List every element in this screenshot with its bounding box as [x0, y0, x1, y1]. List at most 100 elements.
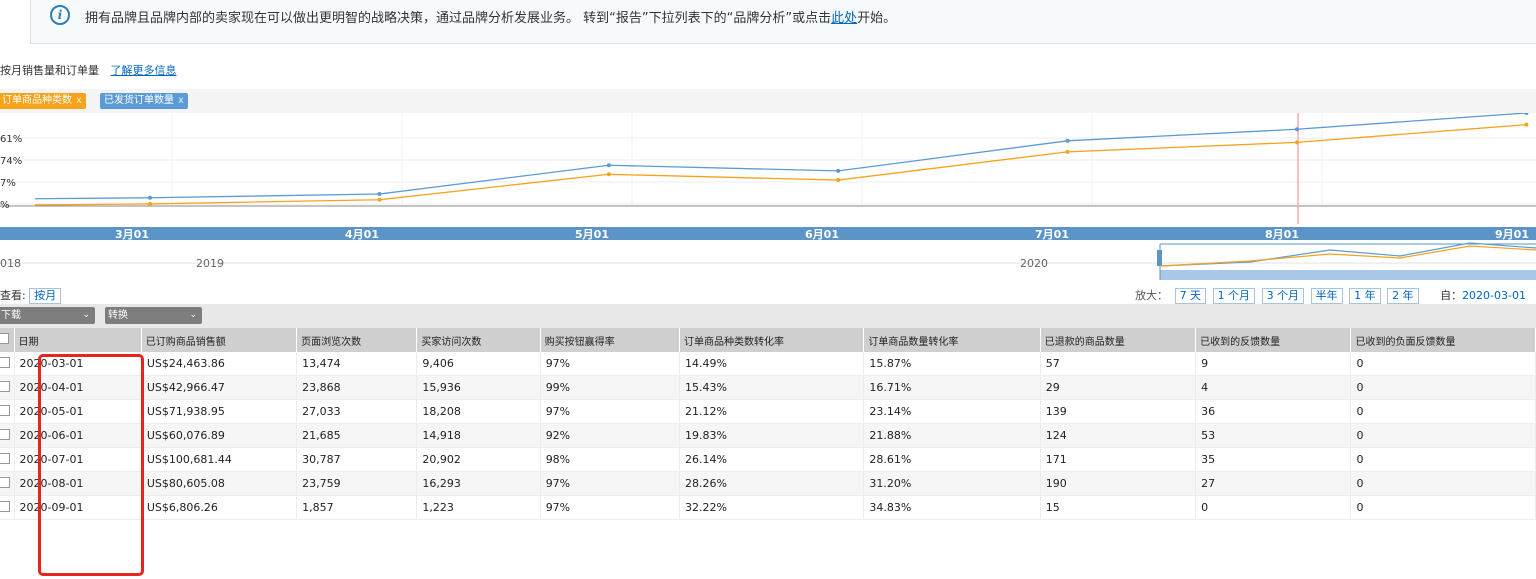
- row-select-cell[interactable]: [0, 423, 15, 448]
- click-here-link[interactable]: 此处: [831, 11, 857, 26]
- date-from-value[interactable]: 2020-03-01: [1462, 289, 1526, 302]
- table-cell: 21.88%: [863, 423, 1041, 448]
- close-icon[interactable]: x: [178, 95, 184, 106]
- table-cell: 27,033: [296, 399, 418, 424]
- chip-item-variety[interactable]: 订单商品种类数 x: [0, 93, 86, 109]
- table-cell: 99%: [540, 375, 681, 400]
- column-header[interactable]: 已订购商品销售额: [141, 328, 298, 352]
- checkbox[interactable]: [0, 333, 9, 344]
- column-header[interactable]: 已收到的负面反馈数量: [1350, 328, 1536, 352]
- column-header[interactable]: 日期: [14, 328, 142, 352]
- zoom-6m-button[interactable]: 半年: [1310, 288, 1343, 304]
- row-select-cell[interactable]: [0, 447, 15, 472]
- table-cell: US$42,966.47: [141, 375, 298, 400]
- table-cell: 27: [1195, 471, 1352, 496]
- checkbox[interactable]: [0, 428, 10, 440]
- data-point: [606, 172, 611, 177]
- table-header-row: 日期 已订购商品销售额 页面浏览次数 买家访问次数 购买按钮赢得率 订单商品种类…: [0, 328, 1536, 352]
- zoom-7d-button[interactable]: 7 天: [1174, 288, 1207, 304]
- view-label: 查看:: [0, 289, 26, 302]
- table-row[interactable]: 2020-07-01 US$100,681.44 30,787 20,902 98% 26…: [0, 447, 1536, 472]
- x-tick-label: 8月01: [1265, 228, 1299, 240]
- chart-title: 按月销售量和订单量: [0, 64, 99, 77]
- date-from[interactable]: 自：2020-03-01: [1440, 289, 1526, 302]
- zoom-label: 放大：: [1135, 289, 1169, 302]
- table-cell: 35: [1195, 447, 1352, 472]
- data-point: [1524, 122, 1529, 127]
- table-cell: 190: [1040, 471, 1197, 496]
- learn-more-link[interactable]: 了解更多信息: [111, 64, 177, 77]
- table-cell: 16.71%: [863, 375, 1041, 400]
- table-cell: 23.14%: [863, 399, 1041, 424]
- table-body: 2020-03-01 US$24,463.86 13,474 9,406 97% 14.4…: [0, 352, 1536, 520]
- series-line: [34, 124, 1527, 206]
- chevron-down-icon: ⌄: [189, 310, 197, 320]
- chart-navigator[interactable]: 018 2019 2020: [0, 240, 1536, 286]
- download-dropdown[interactable]: 下载 ⌄: [0, 307, 95, 324]
- zoom-2y-button[interactable]: 2 年: [1387, 288, 1419, 304]
- chart-header: 按月销售量和订单量 了解更多信息: [0, 62, 177, 78]
- row-select-cell[interactable]: [0, 495, 15, 520]
- table-cell: 124: [1040, 423, 1197, 448]
- data-point: [1065, 149, 1070, 154]
- table-cell: 97%: [540, 471, 681, 496]
- x-tick-label: 5月01: [575, 228, 609, 240]
- table-row[interactable]: 2020-03-01 US$24,463.86 13,474 9,406 97% 14.4…: [0, 352, 1536, 376]
- navigator-label: 2020: [1020, 257, 1048, 270]
- table-row[interactable]: 2020-06-01 US$60,076.89 21,685 14,918 92% 19.…: [0, 423, 1536, 448]
- table-cell: 13,474: [296, 352, 418, 376]
- x-axis-band: [0, 227, 1536, 240]
- table-cell: 15.43%: [679, 375, 865, 400]
- navigator-label: 018: [0, 257, 21, 270]
- chevron-down-icon: ⌄: [82, 310, 90, 320]
- row-select-cell[interactable]: [0, 352, 15, 376]
- zoom-3m-button[interactable]: 3 个月: [1261, 288, 1305, 304]
- table-cell: 0: [1350, 495, 1536, 520]
- table-cell: US$100,681.44: [141, 447, 298, 472]
- x-tick-label: 4月01: [345, 228, 379, 240]
- checkbox[interactable]: [0, 476, 10, 488]
- x-tick-label: 3月01: [115, 228, 149, 240]
- chip-orders-shipped[interactable]: 已发货订单数量 x: [100, 93, 188, 109]
- y-tick-label: 74%: [0, 156, 22, 167]
- x-tick-label: 7月01: [1035, 228, 1069, 240]
- table-row[interactable]: 2020-04-01 US$42,966.47 23,868 15,936 99% 15.…: [0, 375, 1536, 400]
- row-select-cell[interactable]: [0, 471, 15, 496]
- table-row[interactable]: 2020-05-01 US$71,938.95 27,033 18,208 97% 21.…: [0, 399, 1536, 424]
- checkbox[interactable]: [0, 380, 10, 392]
- column-header[interactable]: 已退款的商品数量: [1040, 328, 1197, 352]
- column-header[interactable]: 已收到的反馈数量: [1195, 328, 1352, 352]
- line-chart[interactable]: 61% 74% 7%% 3月01 4月01 5月01 6月01 7月01 8月01 9月01: [0, 113, 1536, 240]
- by-month-button[interactable]: 按月: [29, 288, 62, 304]
- select-all-cell[interactable]: [0, 328, 15, 352]
- close-icon[interactable]: x: [76, 95, 82, 106]
- convert-dropdown[interactable]: 转换 ⌄: [105, 307, 202, 324]
- column-header[interactable]: 订单商品种类数转化率: [679, 328, 865, 352]
- table-cell: 92%: [540, 423, 681, 448]
- zoom-1m-button[interactable]: 1 个月: [1212, 288, 1256, 304]
- info-text: 拥有品牌且品牌内部的卖家现在可以做出更明智的战略决策，通过品牌分析发展业务。 转…: [85, 7, 896, 26]
- table-row[interactable]: 2020-08-01 US$80,605.08 23,759 16,293 97% 28.…: [0, 471, 1536, 496]
- table-cell: 0: [1350, 471, 1536, 496]
- checkbox[interactable]: [0, 452, 10, 464]
- checkbox[interactable]: [0, 404, 10, 416]
- table-cell: 1,857: [296, 495, 418, 520]
- table-cell: 9,406: [416, 352, 541, 376]
- column-header[interactable]: 买家访问次数: [416, 328, 541, 352]
- table-cell: 32.22%: [679, 495, 865, 520]
- table-cell: US$71,938.95: [141, 399, 298, 424]
- table-cell: 0: [1350, 423, 1536, 448]
- row-select-cell[interactable]: [0, 375, 15, 400]
- row-select-cell[interactable]: [0, 399, 15, 424]
- table-cell: 36: [1195, 399, 1352, 424]
- table-cell: 0: [1350, 375, 1536, 400]
- x-tick-label: 6月01: [805, 228, 839, 240]
- zoom-1y-button[interactable]: 1 年: [1349, 288, 1381, 304]
- table-row[interactable]: 2020-09-01 US$6,806.26 1,857 1,223 97% 32.22%…: [0, 495, 1536, 520]
- column-header[interactable]: 页面浏览次数: [296, 328, 418, 352]
- column-header[interactable]: 订单商品数量转化率: [863, 328, 1041, 352]
- table-cell: 19.83%: [679, 423, 865, 448]
- checkbox[interactable]: [0, 356, 10, 368]
- checkbox[interactable]: [0, 500, 10, 512]
- column-header[interactable]: 购买按钮赢得率: [540, 328, 681, 352]
